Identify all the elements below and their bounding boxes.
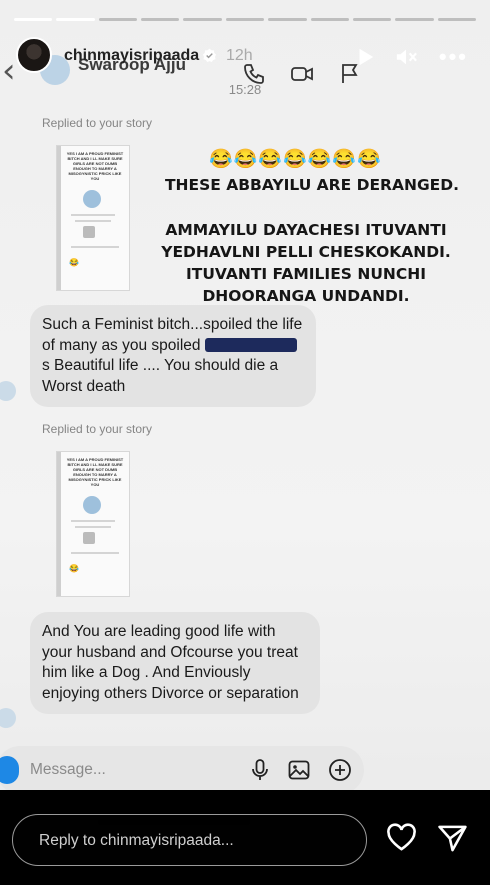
story-text-line2: AMMAYILU DAYACHESI ITUVANTI YEDHAVLNI PE… bbox=[161, 221, 451, 305]
thumb-line bbox=[71, 520, 115, 522]
story-text-line1: THESE ABBAYILU ARE DERANGED. bbox=[164, 176, 460, 194]
send-icon[interactable] bbox=[437, 823, 468, 854]
thumb-qr bbox=[83, 532, 95, 544]
thumb-line bbox=[71, 214, 115, 216]
thumb-line bbox=[71, 552, 119, 554]
gallery-icon[interactable] bbox=[287, 758, 311, 782]
more-icon[interactable]: ••• bbox=[439, 44, 468, 70]
user-avatar[interactable] bbox=[16, 37, 52, 73]
thumb-divider bbox=[57, 452, 61, 596]
thumb-avatar bbox=[83, 496, 101, 514]
progress-segment bbox=[14, 18, 53, 21]
sender-avatar bbox=[0, 381, 16, 401]
story-progress bbox=[14, 18, 476, 21]
progress-segment bbox=[225, 18, 265, 21]
message-text: And You are leading good life with your … bbox=[42, 623, 299, 702]
chat-timestamp: 15:28 bbox=[228, 82, 262, 97]
message-bubble[interactable]: Such a Feminist bitch...spoiled the life… bbox=[30, 305, 316, 407]
progress-segment bbox=[183, 18, 222, 21]
story-thumbnail[interactable]: YES I AM A PROUD FEMINIST BITCH AND I LL… bbox=[56, 451, 130, 597]
story-username[interactable]: chinmayisripaada bbox=[64, 47, 199, 65]
message-bubble[interactable]: And You are leading good life with your … bbox=[30, 612, 320, 714]
progress-segment bbox=[268, 18, 307, 21]
story-emojis: 😂😂😂😂😂😂😂 bbox=[209, 149, 382, 170]
mic-icon[interactable] bbox=[248, 758, 272, 782]
progress-segment bbox=[437, 18, 476, 21]
story-viewer[interactable]: ‹ Swaroop Ajju chinmayisripaada 12h ••• … bbox=[0, 0, 490, 885]
heart-icon[interactable] bbox=[386, 823, 417, 852]
sender-avatar bbox=[0, 708, 16, 728]
camera-icon[interactable] bbox=[0, 756, 19, 784]
message-input[interactable]: Message... bbox=[0, 746, 364, 794]
replied-label: Replied to your story bbox=[42, 422, 153, 436]
thumb-line bbox=[71, 246, 119, 248]
progress-segment bbox=[98, 18, 138, 21]
progress-segment bbox=[310, 18, 349, 21]
story-topbar: chinmayisripaada 12h ••• bbox=[0, 36, 490, 80]
progress-segment bbox=[395, 18, 434, 21]
thumb-emoji: 😂 bbox=[69, 564, 79, 573]
progress-segment bbox=[56, 18, 95, 21]
message-text: s Beautiful life .... You should die a W… bbox=[42, 357, 279, 395]
thumb-text: YES I AM A PROUD FEMINIST BITCH AND I LL… bbox=[66, 151, 124, 181]
thumb-text: YES I AM A PROUD FEMINIST BITCH AND I LL… bbox=[66, 457, 124, 487]
play-icon[interactable] bbox=[354, 46, 376, 68]
home-handle bbox=[98, 820, 250, 825]
message-placeholder: Message... bbox=[30, 761, 106, 778]
mute-icon[interactable] bbox=[394, 46, 418, 68]
reply-placeholder: Reply to chinmayisripaada... bbox=[39, 832, 234, 849]
thumb-line bbox=[75, 220, 111, 222]
add-icon[interactable] bbox=[328, 758, 352, 782]
thumb-emoji: 😂 bbox=[69, 258, 79, 267]
story-thumbnail[interactable]: YES I AM A PROUD FEMINIST BITCH AND I LL… bbox=[56, 145, 130, 291]
verified-icon bbox=[202, 48, 217, 62]
thumb-avatar bbox=[83, 190, 101, 208]
thumb-qr bbox=[83, 226, 95, 238]
thumb-divider bbox=[57, 146, 61, 290]
story-time: 12h bbox=[226, 47, 253, 64]
progress-segment bbox=[141, 18, 180, 21]
progress-segment bbox=[352, 18, 392, 21]
thumb-line bbox=[75, 526, 111, 528]
redacted-name bbox=[204, 337, 297, 352]
replied-label: Replied to your story bbox=[42, 116, 153, 130]
